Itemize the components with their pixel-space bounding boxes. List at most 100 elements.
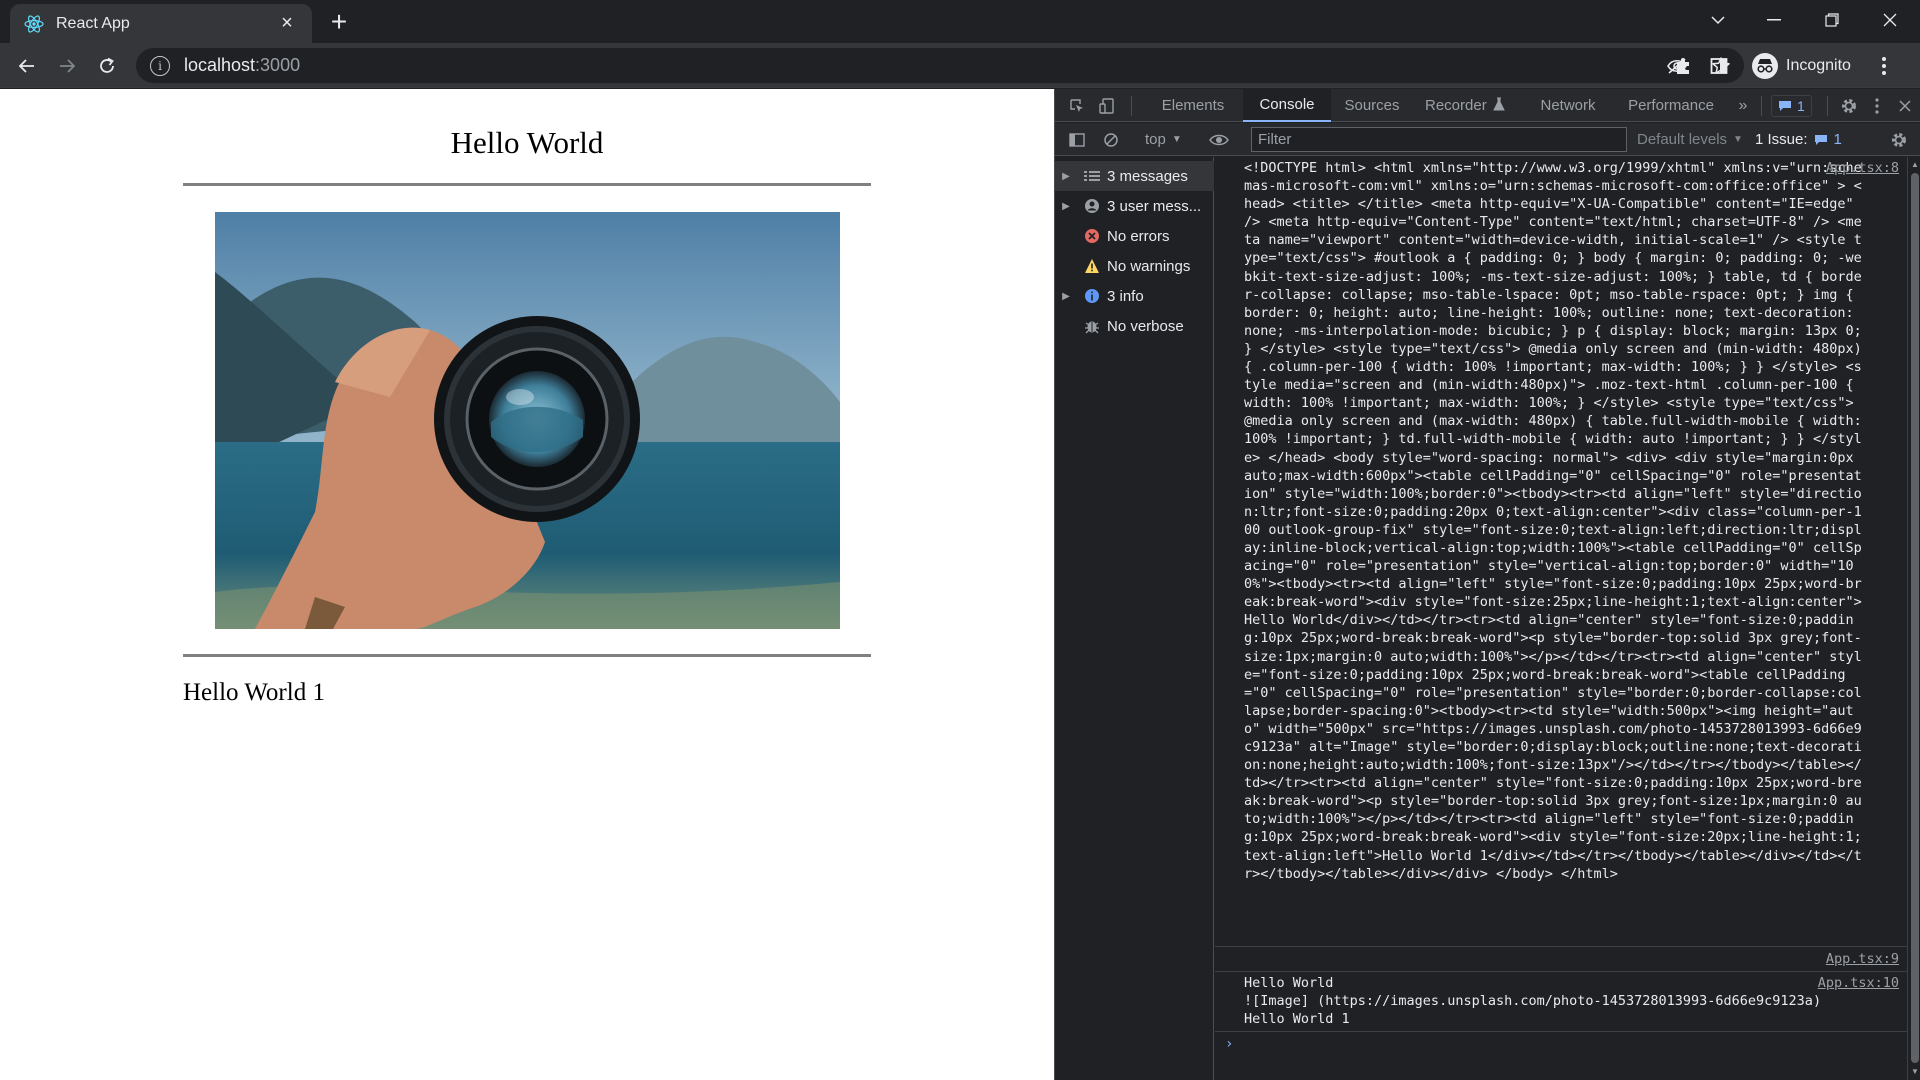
tab-strip: React App × + [0,0,1920,43]
messages-count: 1 [1797,98,1805,114]
error-icon [1077,228,1107,244]
sidebar-item-warnings[interactable]: No warnings [1055,251,1214,281]
issues-button[interactable]: 1 Issue: 1 [1755,127,1842,152]
expand-arrow-icon[interactable]: ▶ [1055,201,1077,212]
sidebar-label: 3 info [1107,287,1144,305]
tab-elements[interactable]: Elements [1143,89,1243,122]
tab-recorder[interactable]: Recorder [1413,89,1525,122]
warning-icon [1077,258,1107,274]
log-levels-dropdown[interactable]: Default levels ▼ [1637,127,1743,152]
scroll-thumb[interactable] [1911,173,1919,1063]
console-settings-gear-icon[interactable] [1887,128,1911,152]
flask-icon [1492,97,1505,115]
react-logo-icon [24,14,44,34]
sidebar-item-user-messages[interactable]: ▶ 3 user mess... [1055,191,1214,221]
console-filter-bar: top ▼ Filter Default levels ▼ 1 Issue: 1 [1055,123,1920,156]
expand-arrow-icon[interactable]: ▶ [1055,171,1077,182]
tab-close-icon[interactable]: × [276,12,298,35]
tab-sources[interactable]: Sources [1331,89,1413,122]
user-icon [1077,198,1107,214]
issues-count: 1 [1833,131,1842,148]
tab-title: React App [56,14,130,32]
tab-network[interactable]: Network [1525,89,1611,122]
verbose-icon [1077,318,1107,334]
info-icon [1077,288,1107,304]
tab-console[interactable]: Console [1243,89,1331,122]
log-levels-label: Default levels [1637,131,1728,148]
incognito-profile-button[interactable]: Incognito [1742,50,1861,82]
hero-image [215,212,840,629]
live-expression-eye-icon[interactable] [1207,128,1231,152]
sidebar-item-info[interactable]: ▶ 3 info [1055,281,1214,311]
tab-performance[interactable]: Performance [1611,89,1731,122]
address-bar[interactable]: i localhost:3000 [136,48,1744,83]
console-output: <!DOCTYPE html> <html xmlns="http://www.… [1215,157,1907,1080]
tab-recorder-label: Recorder [1425,97,1487,114]
filter-placeholder: Filter [1258,131,1292,148]
extensions-puzzle-icon[interactable] [1670,53,1696,79]
close-devtools-icon[interactable] [1893,94,1917,118]
sidebar-toggle-icon[interactable] [1065,128,1089,152]
context-label: top [1145,131,1166,148]
sidebar-item-errors[interactable]: No errors [1055,221,1214,251]
back-button[interactable] [10,49,44,83]
devtools-tab-bar: Elements Console Sources Recorder Networ… [1055,89,1920,122]
site-info-icon[interactable]: i [150,55,170,76]
tab-search-icon[interactable] [1690,0,1746,40]
console-log-entry: <!DOCTYPE html> <html xmlns="http://www.… [1215,157,1907,947]
toolbar-separator [1827,96,1828,116]
log-message[interactable]: <!DOCTYPE html> <html xmlns="http://www.… [1244,159,1868,883]
console-scrollbar[interactable]: ▲ ▼ [1907,157,1920,1080]
settings-gear-icon[interactable] [1837,94,1861,118]
devtools-menu-icon[interactable] [1865,94,1889,118]
incognito-icon [1752,52,1778,79]
more-tabs-icon[interactable]: » [1731,94,1755,118]
close-window-button[interactable] [1862,0,1918,40]
console-log-entry: Hello World ![Image] (https://images.uns… [1215,972,1907,1032]
divider-bottom [183,654,871,657]
incognito-label: Incognito [1786,56,1851,74]
devtools-panel: Elements Console Sources Recorder Networ… [1054,89,1920,1080]
clear-console-icon[interactable] [1099,128,1123,152]
log-source-link[interactable]: App.tsx:10 [1818,974,1899,992]
page-heading: Hello World [450,125,604,160]
url-port: :3000 [255,55,301,75]
dropdown-arrow-icon: ▼ [1171,134,1182,145]
context-selector[interactable]: top ▼ [1145,127,1182,152]
restore-button[interactable] [1804,0,1860,40]
toolbar-separator [1761,96,1762,116]
sidebar-label: No verbose [1107,317,1184,335]
device-toolbar-icon[interactable] [1095,94,1119,118]
expand-arrow-icon[interactable]: ▶ [1055,291,1077,302]
inspect-element-icon[interactable] [1065,94,1089,118]
sidebar-label: 3 user mess... [1107,197,1202,215]
toolbar-separator [1131,96,1132,116]
message-icon [1779,101,1791,111]
log-source-link[interactable]: App.tsx:9 [1826,950,1899,968]
log-source-link[interactable]: App.tsx:8 [1826,159,1899,177]
new-tab-button[interactable]: + [325,6,353,37]
browser-menu-icon[interactable] [1871,53,1897,79]
forward-button[interactable] [50,49,84,83]
message-icon [1814,134,1827,145]
sidebar-item-verbose[interactable]: No verbose [1055,311,1214,341]
scroll-up-icon[interactable]: ▲ [1910,160,1920,170]
scroll-down-icon[interactable]: ▼ [1910,1067,1920,1077]
sidebar-item-messages[interactable]: ▶ 3 messages [1055,161,1214,191]
reload-button[interactable] [90,49,124,83]
divider-top [183,183,871,186]
console-log-entry: App.tsx:9 [1215,947,1907,972]
tab-react-app[interactable]: React App × [10,4,312,43]
side-panel-icon[interactable] [1706,53,1732,79]
sidebar-label: 3 messages [1107,167,1188,185]
page-viewport: Hello World Hello World 1 [0,89,1054,1080]
sidebar-label: No warnings [1107,257,1191,275]
log-message[interactable]: Hello World ![Image] (https://images.uns… [1244,974,1868,1028]
console-filter-input[interactable]: Filter [1251,127,1627,152]
sidebar-label: No errors [1107,227,1170,245]
list-icon [1077,170,1107,182]
messages-badge[interactable]: 1 [1771,95,1812,117]
minimize-button[interactable] [1746,0,1802,40]
browser-toolbar: i localhost:3000 Incognito [0,43,1920,88]
console-prompt-icon[interactable]: › [1225,1035,1233,1053]
